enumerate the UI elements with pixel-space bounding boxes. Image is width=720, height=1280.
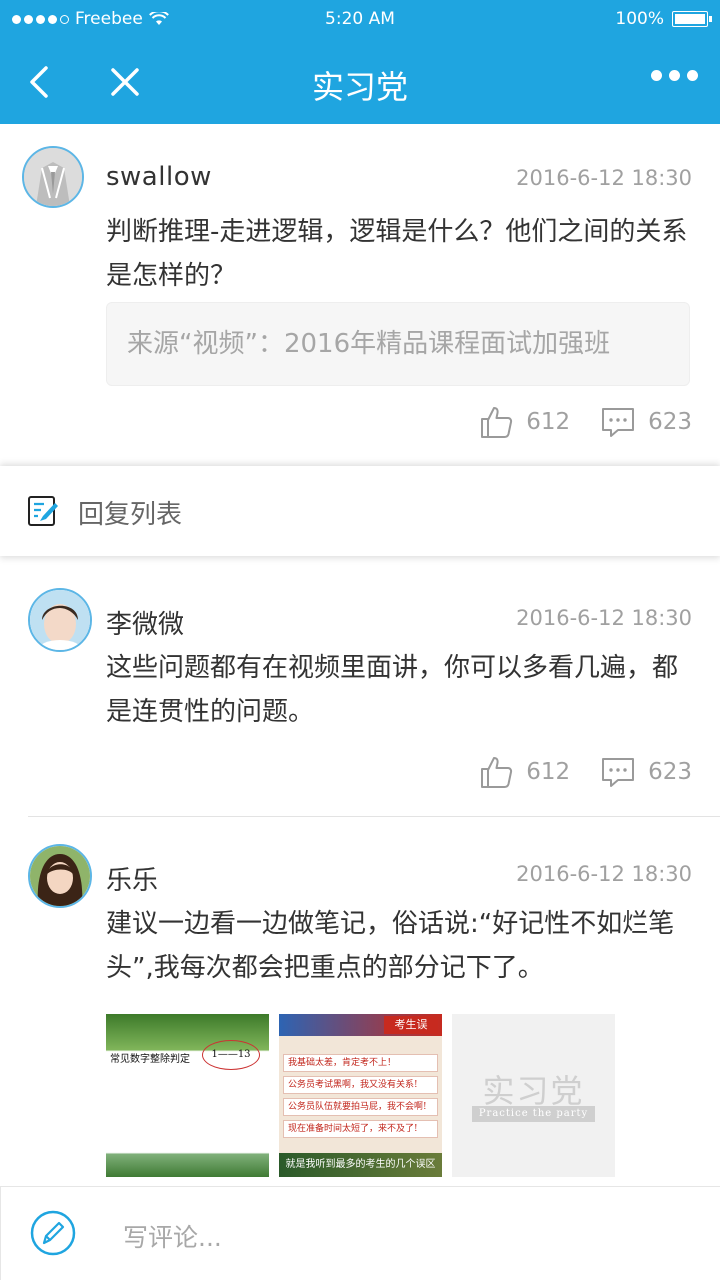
avatar[interactable] [28,588,92,652]
comment-count: 623 [648,409,692,435]
reply-time: 2016-6-12 18:30 [516,862,692,886]
like-count: 612 [526,759,571,785]
image-placeholder[interactable]: 实习党 Practice the party [452,1014,615,1177]
author-name[interactable]: swallow [106,162,212,192]
comment-bar: 写评论... [0,1186,720,1280]
status-bar: Freebee 5:20 AM 100% [0,0,720,40]
thumbnail-row: 现在准备时间太短了，来不及了! [283,1120,438,1138]
nav-bar: 实习党 [0,40,720,124]
user-photo [30,846,90,906]
author-name[interactable]: 乐乐 [106,860,158,897]
default-avatar-icon [24,148,82,206]
battery-percent: 100% [615,9,664,29]
image-thumbnail[interactable]: 常见数字整除判定 1——13 [106,1014,269,1177]
status-right: 100% [615,9,712,29]
reply-time: 2016-6-12 18:30 [516,606,692,630]
post-content: 判断推理-走进逻辑，逻辑是什么？他们之间的关系是怎样的？ [106,217,688,291]
like-count: 612 [526,409,571,435]
post-stats: 612 623 [478,404,692,440]
author-name[interactable]: 李微微 [106,604,184,641]
thumbnail-text: 常见数字整除判定 [110,1054,190,1065]
status-time: 5:20 AM [325,9,395,29]
comment-icon[interactable] [600,404,636,440]
thumbnail-row: 我基础太差，肯定考不上！ [283,1054,438,1072]
avatar[interactable] [28,844,92,908]
edit-list-icon [28,496,58,526]
thumbnail-header-text: 考生误 [384,1016,438,1034]
reply-stats: 612 623 [478,754,692,790]
user-photo [30,590,90,650]
reply-item: 李微微 2016-6-12 18:30 这些问题都有在视频里面讲，你可以多看几遍… [0,588,720,818]
more-options-icon[interactable] [651,70,698,81]
like-icon[interactable] [478,754,514,790]
thumbnail-oval-text: 1——13 [202,1040,260,1070]
comment-input[interactable]: 写评论... [123,1218,222,1254]
write-comment-icon[interactable] [29,1209,77,1257]
like-icon[interactable] [478,404,514,440]
watermark-subtitle: Practice the party [472,1106,595,1122]
page-title: 实习党 [311,68,408,106]
post-time: 2016-6-12 18:30 [516,166,692,190]
divider [28,816,720,817]
reply-content: 建议一边看一边做笔记，俗话说:“好记性不如烂笔头”,我每次都会把重点的部分记下了… [106,909,675,983]
battery-icon [672,11,712,27]
thumbnail-row: 公务员考试黑啊，我又没有关系! [283,1076,438,1094]
comment-count: 623 [648,759,692,785]
image-attachments: 常见数字整除判定 1——13 考生误 我基础太差，肯定考不上！ 公务员考试黑啊，… [106,1014,615,1177]
source-link[interactable]: 来源“视频”：2016年精品课程面试加强班 [106,302,690,386]
reply-content: 这些问题都有在视频里面讲，你可以多看几遍，都是连贯性的问题。 [106,653,679,727]
comment-icon[interactable] [600,754,636,790]
reply-list-label: 回复列表 [78,500,183,530]
thumbnail-row: 公务员队伍就要拍马屁，我不会啊! [283,1098,438,1116]
reply-item: 乐乐 2016-6-12 18:30 建议一边看一边做笔记，俗话说:“好记性不如… [0,844,720,1184]
thumbnail-caption: 就是我听到最多的考生的几个误区 [279,1153,442,1177]
main-post: swallow 2016-6-12 18:30 判断推理-走进逻辑，逻辑是什么？… [0,124,720,466]
reply-list-header: 回复列表 [0,466,720,556]
image-thumbnail[interactable]: 考生误 我基础太差，肯定考不上！ 公务员考试黑啊，我又没有关系! 公务员队伍就要… [279,1014,442,1177]
avatar[interactable] [22,146,84,208]
